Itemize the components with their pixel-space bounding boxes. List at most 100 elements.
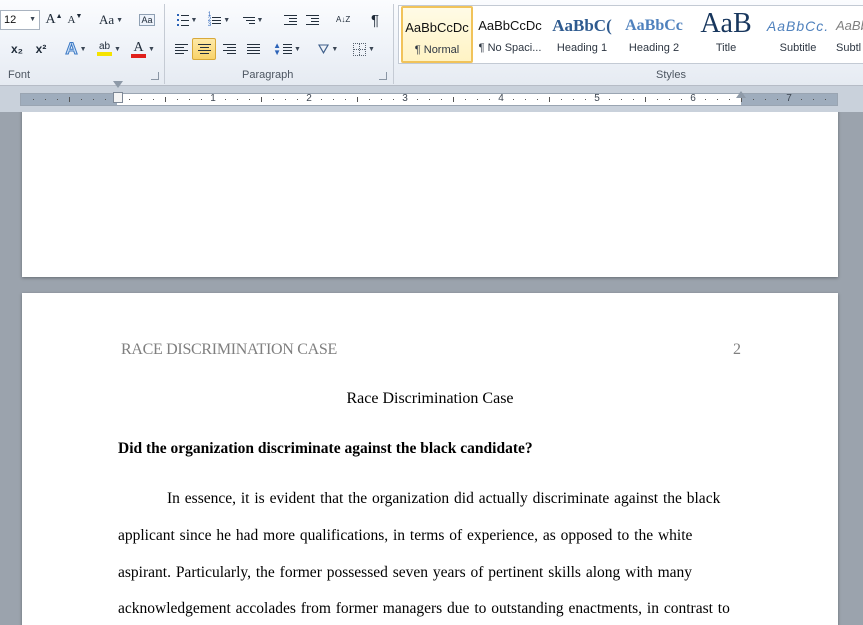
ruler-mark xyxy=(621,99,622,100)
ruler-mark xyxy=(189,99,190,100)
ruler-mark xyxy=(537,99,538,100)
ruler-mark xyxy=(129,99,130,100)
align-center-button[interactable] xyxy=(192,38,216,60)
page-2[interactable]: RACE DISCRIMINATION CASE 2 Race Discrimi… xyxy=(22,293,838,625)
font-group-label: Font xyxy=(8,69,31,81)
borders-icon xyxy=(353,42,367,56)
highlight-button[interactable]: ab ▼ xyxy=(94,38,124,60)
change-case-icon: Aa xyxy=(98,12,115,27)
left-indent-marker[interactable] xyxy=(113,92,123,103)
ruler-mark xyxy=(345,99,346,100)
ruler-mark xyxy=(57,99,58,100)
style-heading-1[interactable]: AaBbC( Heading 1 xyxy=(546,6,618,63)
ruler-mark xyxy=(561,99,562,100)
increase-indent-icon xyxy=(305,15,319,25)
paragraph-group-label: Paragraph xyxy=(242,69,294,81)
superscript-button[interactable]: x² xyxy=(30,38,52,60)
ruler-bar: 1 2 3 4 5 6 7 xyxy=(20,93,838,106)
ruler-mark xyxy=(825,99,826,100)
paragraph-dialog-launcher-icon[interactable] xyxy=(379,72,387,80)
ruler-mark xyxy=(429,99,430,100)
show-formatting-marks-button[interactable]: ¶ xyxy=(364,9,386,31)
style-name: Heading 2 xyxy=(628,42,680,54)
shrink-font-icon: A xyxy=(67,14,76,26)
right-indent-marker[interactable] xyxy=(736,91,746,98)
ruler-mark xyxy=(585,99,586,100)
justify-icon xyxy=(246,44,260,54)
shading-button[interactable]: ⛛ ▼ xyxy=(312,38,344,60)
ruler-mark xyxy=(105,99,106,100)
ruler-mark xyxy=(81,99,82,100)
page-1[interactable] xyxy=(22,112,838,277)
style-title[interactable]: AaB Title xyxy=(690,6,762,63)
subscript-button[interactable]: x₂ xyxy=(6,38,28,60)
paragraph-line: aspirant. Particularly, the former posse… xyxy=(118,564,693,581)
style-heading-2[interactable]: AaBbCc Heading 2 xyxy=(618,6,690,63)
style-name: Subtl xyxy=(836,42,862,54)
ruler-mark xyxy=(609,99,610,100)
style-sample: AaBbCc. xyxy=(766,18,830,34)
chevron-down-icon: ▼ xyxy=(29,16,36,23)
shrink-font-button[interactable]: A ▼ xyxy=(66,9,84,31)
ruler-mark xyxy=(717,99,718,100)
horizontal-ruler[interactable]: 1 2 3 4 5 6 7 xyxy=(0,81,863,112)
style-name: Heading 1 xyxy=(556,42,608,54)
ruler-mark xyxy=(633,99,634,100)
align-right-button[interactable] xyxy=(218,38,240,60)
justify-button[interactable] xyxy=(242,38,264,60)
paint-bucket-icon: ⛛ xyxy=(317,40,330,57)
style-sample: AaBbCcDc xyxy=(478,18,542,33)
ruler-mark xyxy=(285,99,286,100)
style-name: Subtitle xyxy=(779,42,817,54)
change-case-button[interactable]: Aa ▼ xyxy=(96,9,126,31)
align-left-button[interactable] xyxy=(170,38,192,60)
ruler-mark xyxy=(645,97,646,102)
style-subtitle[interactable]: AaBbCc. Subtitle xyxy=(762,6,834,63)
styles-group-label: Styles xyxy=(656,69,686,81)
ruler-mark xyxy=(141,99,142,100)
sort-button[interactable]: A↓Z xyxy=(332,9,354,31)
ruler-mark xyxy=(549,97,550,102)
font-color-button[interactable]: A ▼ xyxy=(128,38,158,60)
first-line-indent-marker[interactable] xyxy=(113,81,123,88)
grow-font-icon: A xyxy=(45,12,56,27)
font-dialog-launcher-icon[interactable] xyxy=(151,72,159,80)
line-spacing-button[interactable]: ▲ ▼ ▼ xyxy=(272,38,302,60)
ruler-mark xyxy=(525,99,526,100)
clear-formatting-button[interactable]: Aa xyxy=(136,9,158,31)
page-number: 2 xyxy=(733,341,741,358)
ruler-mark xyxy=(573,99,574,100)
clear-formatting-icon: Aa xyxy=(139,14,155,26)
running-header: RACE DISCRIMINATION CASE xyxy=(121,341,337,358)
ruler-mark xyxy=(165,97,166,102)
ruler-number: 4 xyxy=(498,93,504,104)
paragraph-line: applicant since he had more qualificatio… xyxy=(118,527,693,544)
pilcrow-icon: ¶ xyxy=(370,11,380,29)
ruler-number: 6 xyxy=(690,93,696,104)
document-workspace[interactable]: RACE DISCRIMINATION CASE 2 Race Discrimi… xyxy=(0,112,863,625)
style-sample: AaBbCc xyxy=(625,17,683,34)
align-left-icon xyxy=(174,44,188,54)
style-subtle-emphasis[interactable]: AaBb Subtl xyxy=(834,6,863,63)
style-no-spacing[interactable]: AaBbCcDc ¶ No Spaci... xyxy=(474,6,546,63)
ruler-mark xyxy=(333,99,334,100)
ruler-mark xyxy=(705,99,706,100)
borders-button[interactable]: ▼ xyxy=(348,38,380,60)
line-spacing-icon: ▲ ▼ xyxy=(273,42,292,57)
numbering-button[interactable]: 123 ▼ xyxy=(204,9,234,31)
ruler-mark xyxy=(489,99,490,100)
style-sample: AaB xyxy=(700,8,752,39)
style-name: ¶ Normal xyxy=(414,44,460,56)
bullets-button[interactable]: ▼ xyxy=(172,9,202,31)
text-effects-button[interactable]: A ▼ xyxy=(62,38,90,60)
grow-font-button[interactable]: A ▲ xyxy=(44,9,64,31)
font-size-box[interactable]: 12 ▼ xyxy=(0,10,40,30)
ruler-mark xyxy=(261,97,262,102)
decrease-indent-button[interactable] xyxy=(280,9,300,31)
increase-indent-button[interactable] xyxy=(302,9,322,31)
multilevel-list-button[interactable]: ▼ xyxy=(238,9,268,31)
style-normal[interactable]: AaBbCcDc ¶ Normal xyxy=(401,6,473,63)
ruler-mark xyxy=(681,99,682,100)
ruler-mark xyxy=(153,99,154,100)
numbering-icon: 123 xyxy=(208,12,222,28)
